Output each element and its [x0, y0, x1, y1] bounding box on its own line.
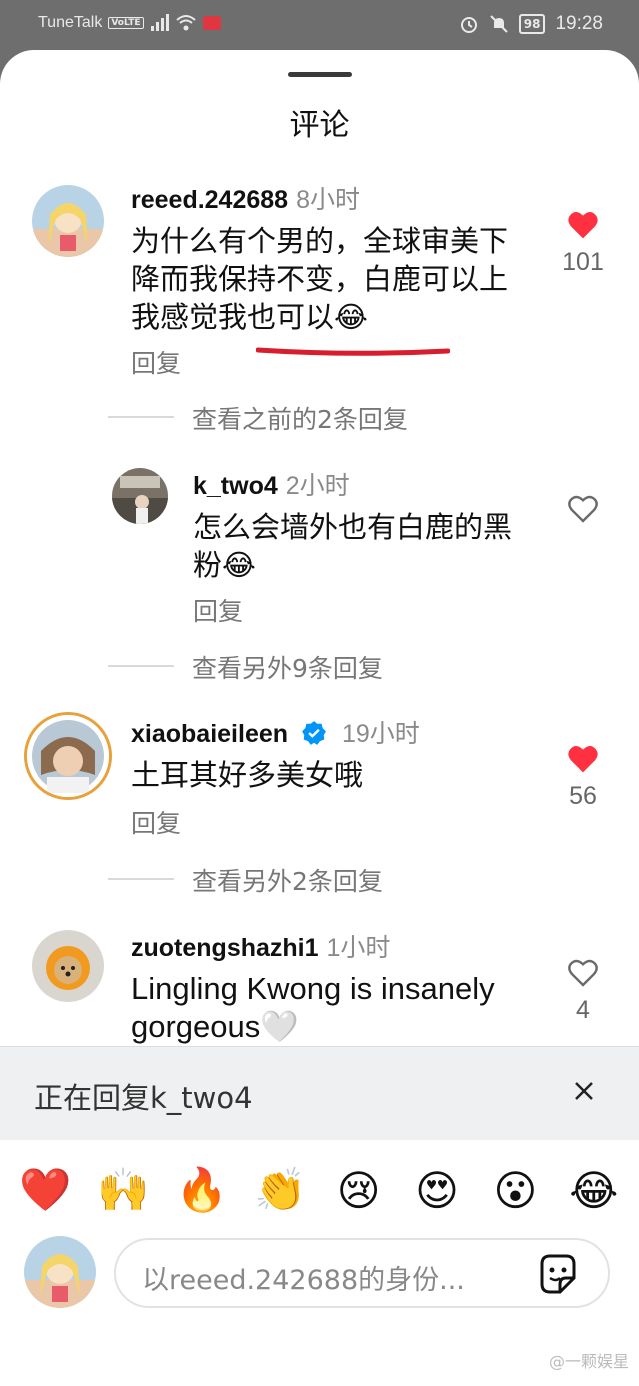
close-icon[interactable]	[568, 1075, 600, 1107]
alarm-icon	[460, 17, 477, 33]
reply-button[interactable]: 回复	[193, 592, 243, 628]
comment-text: 土耳其好多美女哦	[131, 758, 364, 792]
emoji-heart-button[interactable]: ❤️	[10, 1165, 80, 1215]
view-replies-label: 查看另外2条回复	[192, 867, 383, 896]
sheet-title: 评论	[289, 108, 350, 143]
comment-username[interactable]: k_two4 2小时	[193, 466, 350, 502]
divider	[108, 416, 174, 418]
verified-badge-icon	[302, 721, 326, 745]
avatar[interactable]	[112, 468, 168, 524]
emoji-laughing-button[interactable]: 😂	[559, 1166, 629, 1215]
avatar[interactable]	[32, 185, 104, 257]
emoji-quick-bar: ❤️ 🙌 🔥 👏 😢 😍 😮 😂	[0, 1140, 639, 1240]
heart-filled-icon	[568, 745, 598, 773]
comment-username[interactable]: reeed.242688 8小时	[131, 180, 360, 216]
replying-label: 正在回复k_two4	[34, 1081, 253, 1115]
heart-outline-icon	[568, 959, 598, 987]
emoji-surprised-button[interactable]: 😮	[480, 1166, 550, 1215]
like-button[interactable]	[561, 494, 605, 528]
battery-indicator: 98	[518, 14, 546, 34]
emoji-raised-hands-button[interactable]: 🙌	[89, 1165, 159, 1215]
reply-button[interactable]: 回复	[131, 344, 181, 380]
sticker-icon[interactable]	[534, 1250, 582, 1298]
status-bar: TuneTalk VoLTE 98 19:28	[0, 0, 639, 50]
volte-badge: VoLTE	[108, 17, 144, 29]
view-replies-label: 查看另外9条回复	[192, 654, 383, 683]
comment-time: 2小时	[285, 472, 350, 500]
comment-input-placeholder: 以reeed.242688的身份...	[142, 1265, 465, 1296]
view-replies-button[interactable]: 查看之前的2条回复	[108, 400, 608, 434]
like-button[interactable]: 4	[561, 958, 605, 1025]
carrier-name: TuneTalk	[38, 14, 103, 31]
comment-text: Lingling Kwong is insanely gorgeous🤍	[131, 971, 495, 1044]
like-count: 56	[569, 782, 597, 810]
like-count: 101	[562, 248, 604, 276]
wifi-icon	[175, 15, 196, 31]
like-count: 4	[576, 996, 590, 1024]
emoji-crying-button[interactable]: 😢	[324, 1166, 394, 1215]
divider	[108, 878, 174, 880]
replying-banner: 正在回复k_two4	[0, 1046, 639, 1140]
emoji-clap-button[interactable]: 👏	[245, 1165, 315, 1215]
like-button[interactable]: 101	[561, 210, 605, 277]
watermark: @一颗娱星	[548, 1352, 629, 1371]
avatar	[24, 1236, 96, 1308]
comment-time: 1小时	[326, 934, 391, 962]
divider	[108, 665, 174, 667]
avatar[interactable]	[32, 930, 104, 1002]
drag-handle[interactable]	[288, 72, 352, 77]
mute-bell-icon	[490, 15, 508, 33]
comment-username[interactable]: zuotengshazhi1 1小时	[131, 928, 390, 964]
avatar[interactable]	[24, 712, 112, 800]
like-button[interactable]: 56	[561, 744, 605, 811]
comment-time: 19小时	[341, 720, 420, 748]
app-notification-icon	[202, 16, 221, 30]
view-replies-label: 查看之前的2条回复	[192, 405, 408, 434]
heart-filled-icon	[568, 211, 598, 239]
comments-sheet: 评论 reeed.242688 8小时 为什么有个男的，全球审美下降而我保持不变，…	[0, 50, 639, 1386]
comment-text: 为什么有个男的，全球审美下降而我保持不变，白鹿可以上我感觉我也可以😂	[131, 224, 509, 334]
emoji-heart-eyes-button[interactable]: 😍	[402, 1166, 472, 1215]
annotation-underline	[256, 347, 450, 356]
comment-text: 怎么会墙外也有白鹿的黑粉😂	[193, 510, 513, 582]
reply-button[interactable]: 回复	[131, 804, 181, 840]
signal-icon	[150, 14, 169, 31]
comment-time: 8小时	[296, 186, 360, 214]
clock: 19:28	[555, 13, 603, 34]
emoji-fire-button[interactable]: 🔥	[167, 1165, 237, 1215]
heart-outline-icon	[568, 495, 598, 523]
comment-composer: 以reeed.242688的身份...	[0, 1230, 639, 1320]
view-replies-button[interactable]: 查看另外2条回复	[108, 862, 608, 896]
comment-input[interactable]: 以reeed.242688的身份...	[114, 1238, 610, 1308]
view-replies-button[interactable]: 查看另外9条回复	[108, 649, 608, 683]
comment-username[interactable]: xiaobaieileen 19小时	[131, 714, 420, 750]
